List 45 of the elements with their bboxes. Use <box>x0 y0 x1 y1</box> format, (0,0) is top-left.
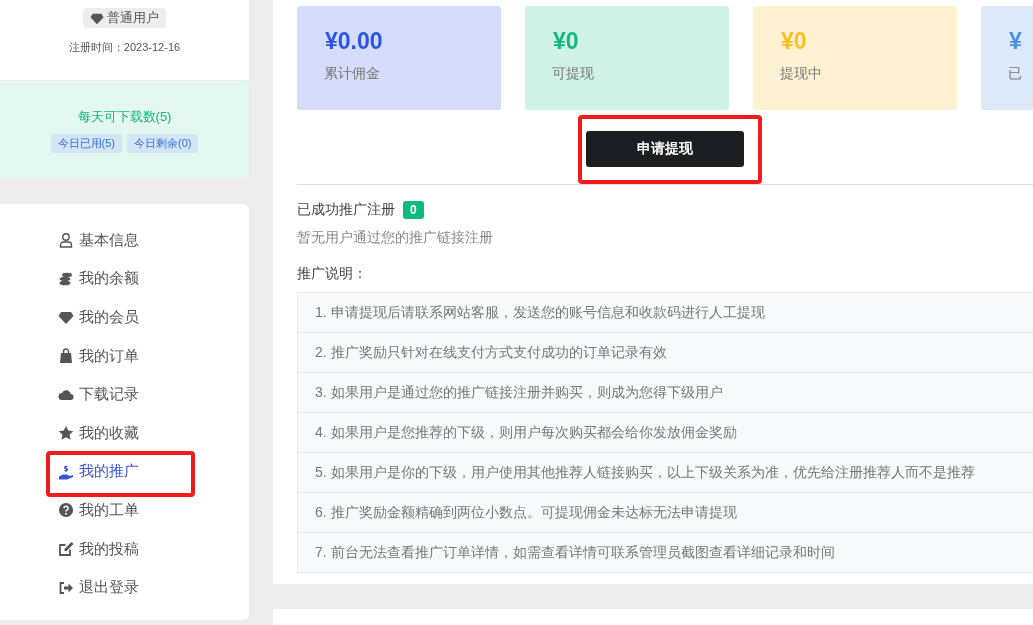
note-row: 6. 推广奖励金额精确到两位小数点。可提现佣金未达标无法申请提现 <box>298 492 1033 532</box>
sidebar-item[interactable]: 下载记录 <box>48 375 178 414</box>
sidebar-item[interactable]: 我的订单 <box>48 336 178 376</box>
shopping-bag-icon <box>58 348 74 365</box>
sidebar-item[interactable]: 退出登录 <box>48 568 178 607</box>
stat-label: 累计佣金 <box>324 65 381 83</box>
stat-amount: ¥0 <box>781 28 808 55</box>
sidebar-item[interactable]: 我的推广 <box>48 452 178 492</box>
sidebar-item[interactable]: 我的余额 <box>48 259 178 299</box>
question-icon <box>58 502 74 519</box>
stat-amount: ¥0.00 <box>325 28 384 55</box>
note-row: 3. 如果用户是通过您的推广链接注册并购买，则成为您得下级用户 <box>298 372 1033 412</box>
sidebar-item[interactable]: 我的会员 <box>48 298 178 337</box>
stat-label: 已 <box>1008 65 1023 83</box>
star-icon <box>58 425 74 442</box>
note-row: 4. 如果用户是您推荐的下级，则用户每次购买都会给你发放佣金奖励 <box>298 412 1033 452</box>
stat-amount: ¥ <box>1009 28 1023 55</box>
quota-tag: 今日剩余(0) <box>127 133 199 153</box>
edit-icon <box>58 541 74 558</box>
user-icon <box>58 232 74 249</box>
diamond-icon <box>90 11 104 25</box>
notes-title: 推广说明： <box>297 265 368 283</box>
note-row: 2. 推广奖励只针对在线支付方式支付成功的订单记录有效 <box>298 332 1033 372</box>
sidebar-item[interactable]: 基本信息 <box>48 221 178 260</box>
note-row: 5. 如果用户是你的下级，用户使用其他推荐人链接购买，以上下级关系为准，优先给注册推荐人而不是推荐 <box>298 452 1033 492</box>
sidebar-item[interactable]: 我的投稿 <box>48 529 178 569</box>
empty-message: 暂无用户通过您的推广链接注册 <box>297 229 494 247</box>
register-date: 注册时间：2023-12-16 <box>68 40 181 55</box>
logout-icon <box>58 579 74 596</box>
diamond-icon <box>58 309 74 326</box>
referral-title: 已成功推广注册 <box>297 201 395 219</box>
coins-icon <box>58 270 74 287</box>
stat-label: 提现中 <box>780 65 823 83</box>
quota-tag: 今日已用(5) <box>50 133 122 153</box>
hand-coin-icon <box>58 463 74 480</box>
download-quota-title: 每天可下载数(5) <box>77 107 172 126</box>
referral-count: 0 <box>403 201 424 219</box>
note-row-text: 1. 申请提现后请联系网站客服，发送您的账号信息和收款码进行人工提现 <box>314 302 766 322</box>
user-level-text: 普通用户 <box>107 9 159 27</box>
sidebar-item[interactable]: 我的收藏 <box>48 413 178 453</box>
stat-amount: ¥0 <box>553 28 580 55</box>
withdraw-button[interactable]: 申请提现 <box>586 131 744 167</box>
note-row: 7. 前台无法查看推广订单详情，如需查看详情可联系管理员截图查看详细记录和时间 <box>298 532 1033 572</box>
sidebar-item[interactable]: 我的工单 <box>48 491 178 530</box>
stat-label: 可提现 <box>552 65 595 83</box>
